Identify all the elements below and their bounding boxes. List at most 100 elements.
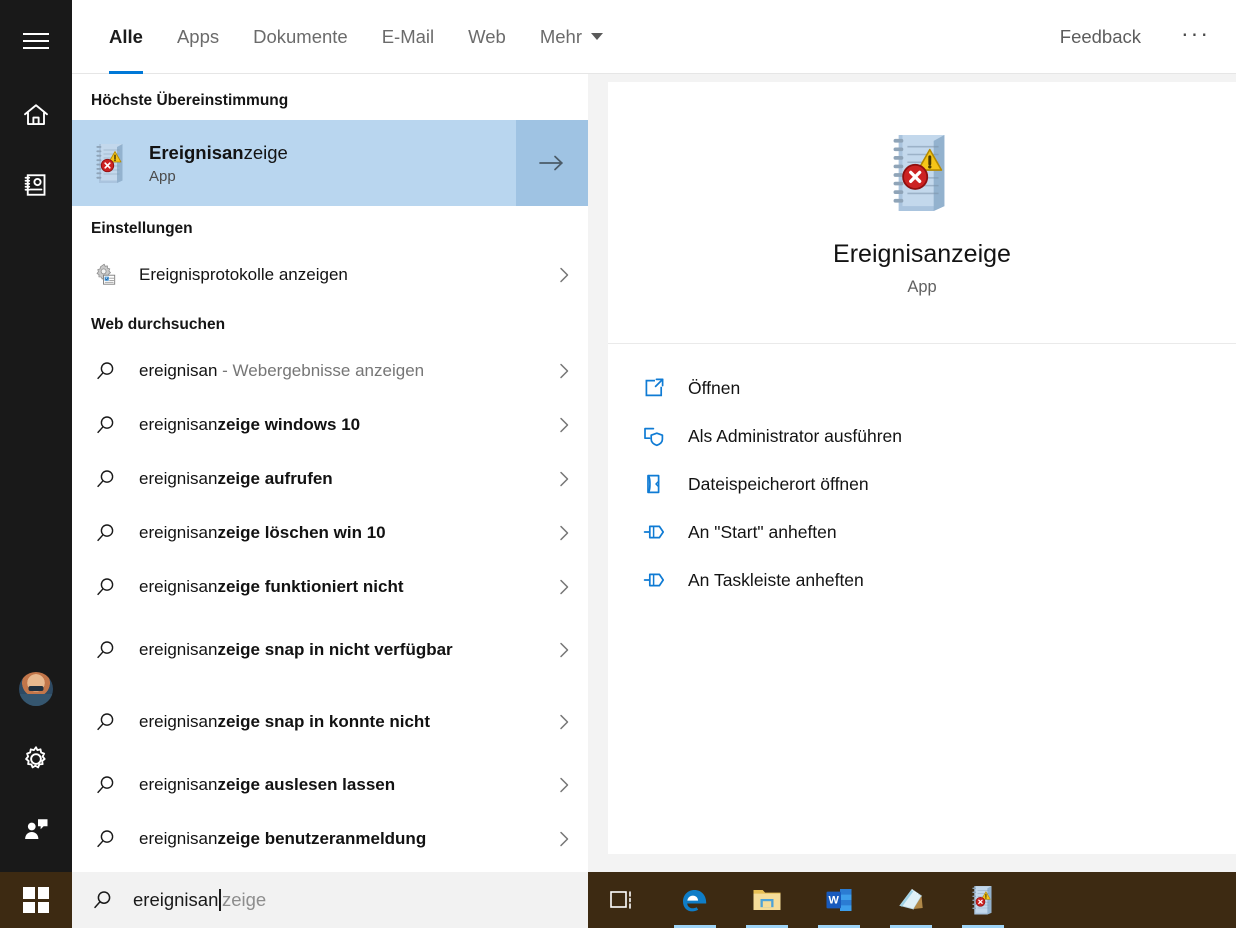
start-button[interactable] [0,872,72,928]
action-pin-to-taskbar[interactable]: An Taskleiste anheften [608,556,1236,604]
sticky-notes-icon [899,888,923,910]
search-input[interactable]: ereignisan zeige [133,889,266,911]
sidebar-item-feedback[interactable] [0,794,72,864]
action-pin-to-start[interactable]: An "Start" anheften [608,508,1236,556]
taskbar-items: W [600,872,1006,928]
sidebar-item-notebook[interactable] [0,150,72,220]
windows-logo-icon [23,887,49,913]
web-result-row[interactable]: ereignisanzeige snap in nicht verfügbar [72,614,588,686]
web-result-label: ereignisanzeige löschen win 10 [139,522,536,544]
web-result-suffix: zeige snap in konnte nicht [217,711,430,731]
best-match-row[interactable]: Ereignisanzeige App [72,120,588,206]
preview-card: Ereignisanzeige App Öffnen Als Administr… [608,82,1236,854]
tab-alle[interactable]: Alle [92,0,160,74]
group-header-settings: Einstellungen [91,220,193,237]
web-result-label: ereignisanzeige windows 10 [139,414,536,436]
web-result-row[interactable]: ereignisanzeige aufrufen [72,452,588,506]
notebook-icon [24,174,46,196]
web-result-label: ereignisanzeige funktioniert nicht [139,576,536,598]
file-explorer-icon [753,890,781,910]
search-flyout: Alle Apps Dokumente E-Mail Web Mehr Feed… [72,0,1236,872]
web-result-row[interactable]: ereignisan - Webergebnisse anzeigen [72,344,588,398]
web-result-row[interactable]: ereignisanzeige benutzeranmeldung [72,812,588,866]
tab-mehr[interactable]: Mehr [523,0,620,74]
web-result-label: ereignisanzeige aufrufen [139,468,536,490]
settings-result-label: Ereignisprotokolle anzeigen [139,264,348,284]
action-open[interactable]: Öffnen [608,364,1236,412]
tab-label: Apps [176,25,220,47]
tab-email[interactable]: E-Mail [365,0,451,74]
tab-apps[interactable]: Apps [160,0,236,74]
tab-web[interactable]: Web [451,0,523,74]
chevron-right-icon[interactable] [554,361,574,381]
search-suggestion-text: zeige [221,889,267,910]
microsoft-edge-icon [683,890,707,912]
web-result-label: ereignisanzeige auslesen lassen [139,774,536,796]
search-icon [91,467,121,491]
sidebar-item-account[interactable] [0,654,72,724]
action-label: Dateispeicherort öffnen [688,473,869,494]
web-result-suffix: zeige windows 10 [217,414,361,434]
web-result-label: ereignisanzeige snap in konnte nicht [139,711,536,733]
arrow-right-icon [539,155,563,171]
sidebar-item-home[interactable] [0,80,72,150]
more-options-icon[interactable]: ··· [1169,20,1222,55]
web-result-prefix: ereignisan [139,468,218,488]
web-result-prefix: ereignisan [139,414,218,434]
search-filter-tabbar: Alle Apps Dokumente E-Mail Web Mehr Feed… [72,0,1236,74]
chevron-right-icon[interactable] [554,415,574,435]
action-run-as-administrator[interactable]: Als Administrator ausführen [608,412,1236,460]
chevron-right-icon[interactable] [554,640,574,660]
avatar [19,672,53,706]
taskbar-microsoft-edge-button[interactable] [672,872,718,928]
chevron-right-icon[interactable] [554,577,574,597]
preview-hero: Ereignisanzeige App [608,82,1236,344]
web-result-row[interactable]: ereignisanzeige funktioniert nicht [72,560,588,614]
web-result-suffix: zeige funktioniert nicht [217,576,404,596]
web-result-row[interactable]: ereignisanzeige snap in konnte nicht [72,686,588,758]
svg-text:W: W [829,895,840,907]
tab-label: Mehr [539,25,583,47]
action-open-file-location[interactable]: Dateispeicherort öffnen [608,460,1236,508]
shield-admin-icon [641,424,667,448]
best-match-name: Ereignisanzeige [149,141,288,164]
taskbar-task-view-button[interactable] [600,872,646,928]
microsoft-word-icon: W [826,889,852,911]
settings-result-row[interactable]: Ereignisprotokolle anzeigen [72,248,588,302]
web-result-row[interactable]: ereignisanzeige auslesen lassen [72,758,588,812]
group-header-web: Web durchsuchen [91,316,226,333]
text-cursor [219,889,221,911]
search-flyout-screen: Alle Apps Dokumente E-Mail Web Mehr Feed… [0,0,1236,928]
taskbar-microsoft-word-button[interactable]: W [816,872,862,928]
preview-app-name: Ereignisanzeige [833,240,1011,268]
taskbar-file-explorer-button[interactable] [744,872,790,928]
chevron-right-icon[interactable] [554,265,574,285]
task-view-icon [610,891,631,909]
tab-label: Dokumente [253,25,348,47]
results-column: Höchste Übereinstimmung Ereignisanzeige … [72,74,588,872]
chevron-right-icon[interactable] [554,712,574,732]
best-match-open-arrow-button[interactable] [516,120,588,206]
chevron-right-icon[interactable] [554,829,574,849]
feedback-button[interactable]: Feedback [1050,26,1151,48]
web-result-row[interactable]: ereignisanzeige windows 10 [72,398,588,452]
event-viewer-icon [893,135,945,211]
pin-icon [641,520,667,544]
chevron-right-icon[interactable] [554,523,574,543]
group-header-best-match: Höchste Übereinstimmung [91,92,289,109]
sidebar-item-settings[interactable] [0,724,72,794]
chevron-right-icon[interactable] [554,775,574,795]
chevron-right-icon[interactable] [554,469,574,489]
preview-pane: Ereignisanzeige App Öffnen Als Administr… [588,74,1236,872]
hamburger-menu-button[interactable] [0,6,72,76]
best-match-name-prefix: Ereignisan [149,141,244,163]
taskbar-event-viewer-button[interactable] [960,872,1006,928]
search-input-bar[interactable]: ereignisan zeige [72,872,588,928]
pin-icon [641,568,667,592]
web-result-prefix: ereignisan [139,639,218,659]
best-match-main[interactable]: Ereignisanzeige App [72,120,516,206]
tab-dokumente[interactable]: Dokumente [236,0,365,74]
web-result-row[interactable]: ereignisanzeige löschen win 10 [72,506,588,560]
taskbar-sticky-notes-button[interactable] [888,872,934,928]
web-result-suffix: zeige auslesen lassen [217,774,396,794]
